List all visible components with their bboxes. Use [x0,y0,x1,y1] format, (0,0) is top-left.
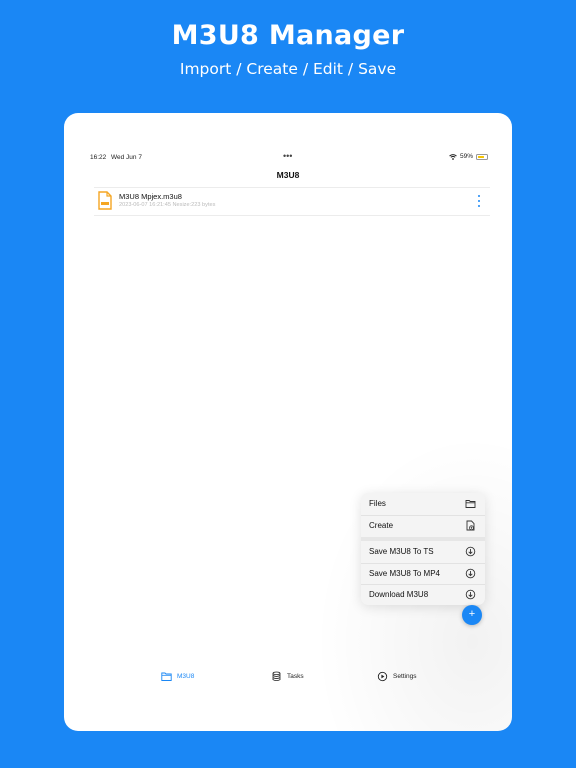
tab-settings[interactable]: Settings [377,671,417,682]
tab-label: Settings [393,673,417,680]
banner-title: M3U8 Manager [171,20,405,51]
tab-label: Tasks [287,673,304,680]
tab-tasks[interactable]: Tasks [271,671,304,682]
menu-item-label: Download M3U8 [369,590,429,599]
status-date: Wed Jun 7 [111,154,142,161]
menu-item-label: Save M3U8 To TS [369,547,434,556]
tab-label: M3U8 [177,673,195,680]
status-time: 16:22 [90,154,107,161]
download-circle-icon [465,568,476,579]
menu-item-label: Create [369,521,394,530]
action-menu: Files Create Save M3U8 To TS Save M3U8 T… [361,493,485,605]
menu-item-label: Files [369,499,386,508]
tab-bar: M3U8 Tasks Settings [64,671,512,687]
banner-subtitle: Import / Create / Edit / Save [179,60,397,78]
plus-icon: + [468,608,476,620]
add-button[interactable]: + [462,605,482,625]
file-name: M3U8 Mpjex.m3u8 [119,192,182,201]
menu-item-save-ts[interactable]: Save M3U8 To TS [361,541,485,563]
status-right: 59% [449,153,488,160]
new-file-icon [466,520,475,531]
menu-item-label: Save M3U8 To MP4 [369,569,440,578]
menu-item-save-mp4[interactable]: Save M3U8 To MP4 [361,563,485,585]
file-meta: 2023-06-07 16:21:45 Nesize:223 bytes [119,202,216,208]
menu-item-files[interactable]: Files [361,493,485,515]
folder-icon [161,672,172,681]
database-icon [272,671,281,682]
multitasking-dots-icon[interactable]: ••• [283,151,292,161]
download-circle-icon [465,546,476,557]
menu-item-download[interactable]: Download M3U8 [361,584,485,605]
more-options-icon[interactable] [476,195,482,207]
folder-icon [465,500,476,508]
file-row[interactable]: M3U8 Mpjex.m3u8 2023-06-07 16:21:45 Nesi… [94,188,490,216]
status-bar: 16:22 Wed Jun 7 ••• 59% [90,151,488,163]
nav-title: M3U8 [276,170,300,180]
device-screen: 16:22 Wed Jun 7 ••• 59% M3U8 M3U8 Mpjex.… [64,113,512,731]
wifi-icon [449,153,457,160]
download-circle-icon [465,589,476,600]
play-circle-icon [377,671,388,682]
battery-percent: 59% [459,153,473,160]
menu-item-create[interactable]: Create [361,515,485,537]
battery-icon [476,153,488,160]
m3u8-file-icon [98,191,112,210]
tab-m3u8[interactable]: M3U8 [161,671,194,682]
